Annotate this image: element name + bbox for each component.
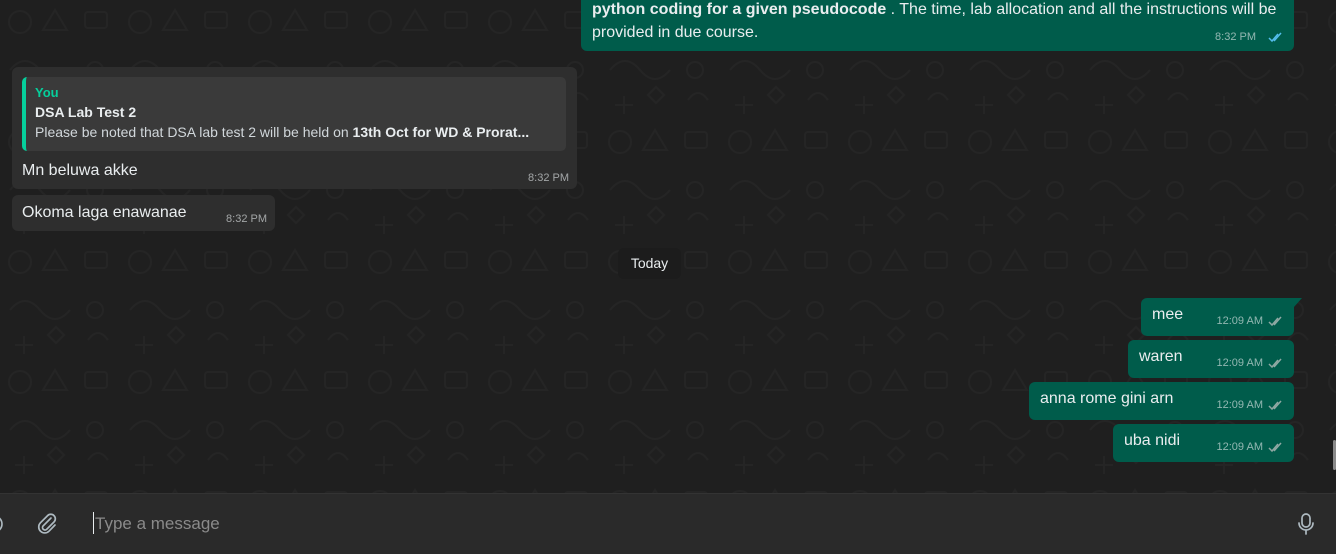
outgoing-message[interactable]: python coding for a given pseudocode . T… (581, 0, 1294, 51)
outgoing-message[interactable]: uba nidi 12:09 AM (1113, 424, 1294, 462)
message-text: waren (1139, 348, 1183, 365)
outgoing-message[interactable]: mee 12:09 AM (1141, 298, 1302, 336)
read-ticks-icon (1268, 358, 1282, 369)
message-time: 12:09 AM (1216, 399, 1263, 411)
quoted-body: Please be noted that DSA lab test 2 will… (35, 124, 530, 140)
message-time: 12:09 AM (1216, 441, 1263, 453)
quoted-author: You (35, 85, 59, 100)
message-time: 8:32 PM (1215, 31, 1256, 43)
incoming-message-with-quote[interactable]: You DSA Lab Test 2 Please be noted that … (12, 67, 577, 189)
paperclip-icon[interactable] (36, 512, 58, 534)
message-input[interactable] (93, 508, 1247, 540)
message-time: 12:09 AM (1216, 357, 1263, 369)
message-text: uba nidi (1124, 432, 1181, 449)
incoming-message[interactable]: Okoma laga enawanae 8:32 PM (12, 195, 275, 231)
message-text: mee (1152, 306, 1184, 323)
message-time: 8:32 PM (226, 213, 267, 225)
message-text: anna rome gini arn (1040, 390, 1174, 407)
outgoing-message[interactable]: waren 12:09 AM (1128, 340, 1294, 378)
read-ticks-icon (1268, 442, 1282, 453)
chat-area[interactable]: python coding for a given pseudocode . T… (0, 0, 1336, 493)
read-ticks-icon (1268, 316, 1282, 327)
message-text: Okoma laga enawanae (22, 204, 187, 221)
date-divider: Today (618, 248, 681, 279)
message-composer (0, 493, 1336, 554)
quoted-title: DSA Lab Test 2 (35, 104, 137, 120)
emoji-icon[interactable] (0, 514, 6, 534)
message-time: 12:09 AM (1216, 315, 1263, 327)
read-ticks-icon (1268, 400, 1282, 411)
outgoing-message[interactable]: anna rome gini arn 12:09 AM (1029, 382, 1294, 420)
read-ticks-icon (1268, 32, 1282, 43)
microphone-icon[interactable] (1296, 512, 1316, 536)
quoted-message[interactable]: You DSA Lab Test 2 Please be noted that … (22, 77, 566, 151)
message-text: Mn beluwa akke (22, 162, 138, 179)
message-text: python coding for a given pseudocode . T… (592, 1, 1277, 41)
message-time: 8:32 PM (528, 172, 569, 184)
